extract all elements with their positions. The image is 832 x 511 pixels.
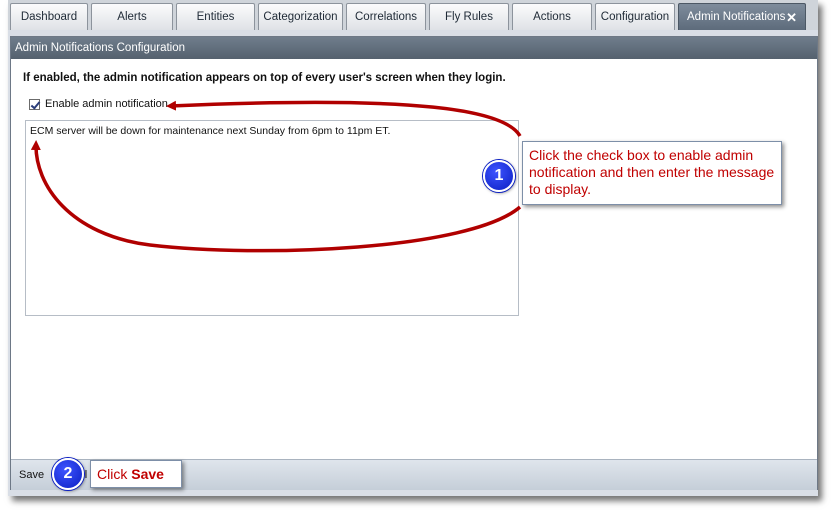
step2-badge: 2 [52,458,84,490]
arrow-to-checkbox [166,100,522,137]
step2-text: Click [97,466,132,482]
step2-bold: Save [131,466,164,482]
step1-badge: 1 [483,160,515,192]
arrow-to-textarea [30,140,522,253]
step1-callout: Click the check box to enable admin noti… [522,141,782,205]
step2-callout: Click Save [90,460,182,488]
annotation-arrows [30,100,522,253]
step1-text: Click the check box to enable admin noti… [529,147,775,197]
